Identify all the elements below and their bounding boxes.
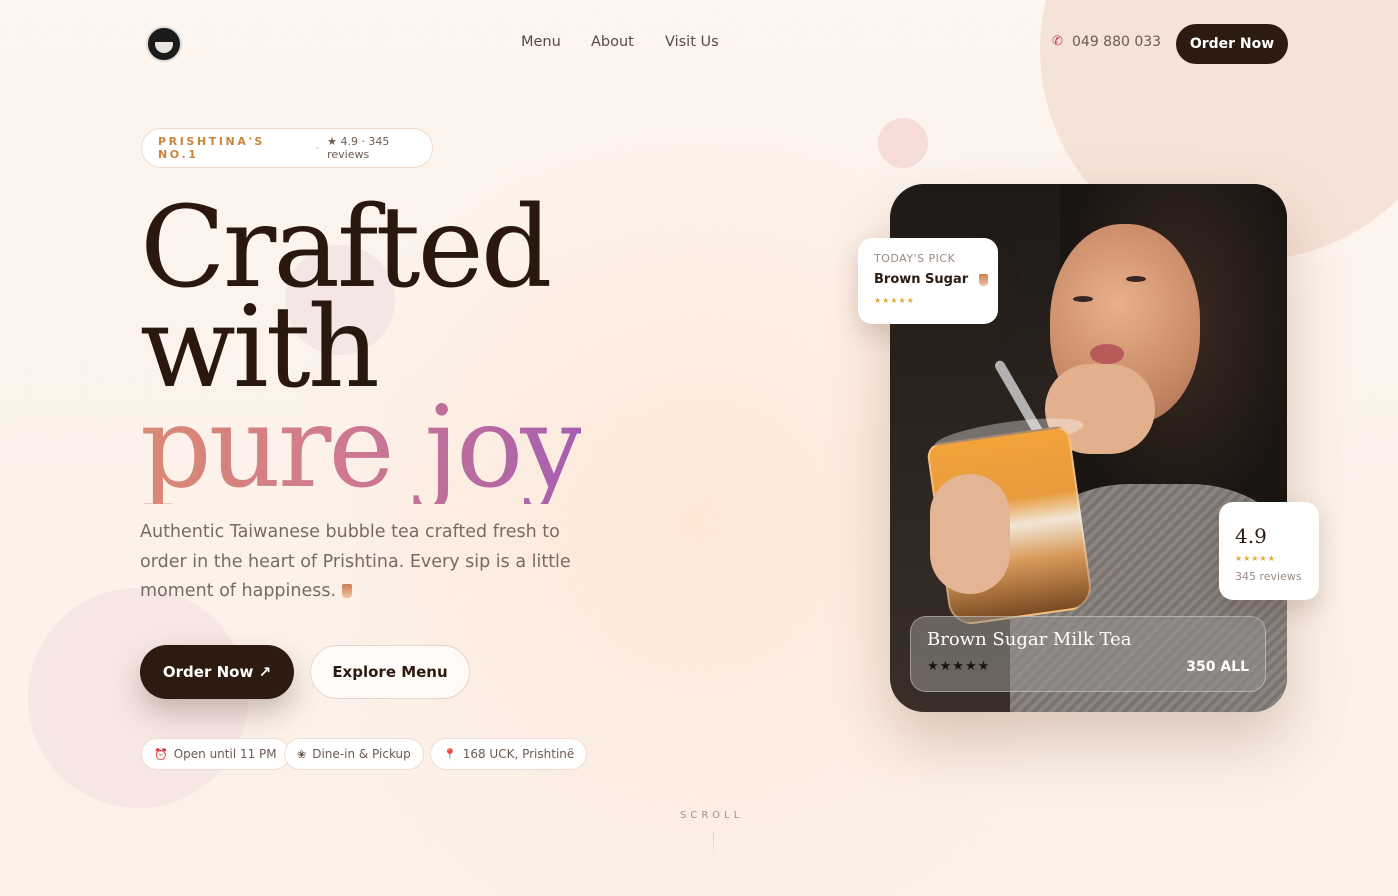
clock-icon: ⏰ xyxy=(154,747,168,761)
nav-item-menu[interactable]: Menu xyxy=(521,34,561,50)
rating-value: 4.9 xyxy=(1235,524,1267,548)
nav-item-visit-us[interactable]: Visit Us xyxy=(665,34,719,50)
todays-pick-card[interactable]: TODAY'S PICK Brown Sugar ★★★★★ xyxy=(858,238,998,324)
explore-menu-button[interactable]: Explore Menu xyxy=(310,645,470,699)
rating-reviews: 345 reviews xyxy=(1235,570,1302,583)
phone-link[interactable]: ✆ 049 880 033 xyxy=(1052,34,1161,50)
order-now-button[interactable]: Order Now ↗ xyxy=(140,645,294,699)
chip-location[interactable]: 📍 168 UCK, Prishtinë xyxy=(430,738,588,770)
nav-item-about[interactable]: About xyxy=(591,34,634,50)
todays-pick-title-text: Brown Sugar xyxy=(874,272,969,287)
scroll-indicator-label[interactable]: SCROLL xyxy=(680,810,743,821)
logo[interactable] xyxy=(146,26,182,62)
headline-line-3: pure joy xyxy=(140,383,584,513)
nav-item-label[interactable]: Menu xyxy=(521,34,561,50)
chip-label: 168 UCK, Prishtinë xyxy=(462,747,575,761)
chip-label: Dine-in & Pickup xyxy=(312,747,411,761)
nav-item-label[interactable]: About xyxy=(591,34,634,50)
header-order-button[interactable]: Order Now xyxy=(1176,24,1288,64)
phone-icon: ✆ xyxy=(1052,34,1063,49)
photo-hand xyxy=(930,474,1010,594)
caption-stars: ★★★★★ xyxy=(927,659,991,674)
todays-pick-title: Brown Sugar xyxy=(874,272,988,287)
decorative-circle-small xyxy=(878,118,928,168)
chip-hours: ⏰ Open until 11 PM xyxy=(141,738,290,770)
ranking-badge: PRISHTINA'S NO.1 · ★ 4.9 · 345 reviews xyxy=(141,128,433,168)
hero-description: Authentic Taiwanese bubble tea crafted f… xyxy=(140,518,595,607)
scroll-indicator-line xyxy=(713,832,714,860)
todays-pick-label: TODAY'S PICK xyxy=(874,252,956,265)
hero-description-text: Authentic Taiwanese bubble tea crafted f… xyxy=(140,522,571,601)
photo-eye xyxy=(1126,276,1146,282)
badge-rating: ★ 4.9 · 345 reviews xyxy=(327,135,390,161)
bubble-tea-icon xyxy=(342,584,353,598)
nav-item-label[interactable]: Visit Us xyxy=(665,34,719,50)
phone-number: 049 880 033 xyxy=(1072,34,1162,50)
chip-label: Open until 11 PM xyxy=(173,747,277,761)
badge-separator: · xyxy=(315,141,320,155)
location-pin-icon: 📍 xyxy=(443,747,457,761)
caption-title: Brown Sugar Milk Tea xyxy=(927,629,1132,650)
bubble-tea-icon xyxy=(978,273,988,286)
dine-icon: ❀ xyxy=(297,747,307,761)
caption-price: 350 ALL xyxy=(1186,659,1249,675)
product-caption: Brown Sugar Milk Tea ★★★★★ 350 ALL xyxy=(910,616,1266,692)
chip-service: ❀ Dine-in & Pickup xyxy=(284,738,424,770)
todays-pick-stars: ★★★★★ xyxy=(874,296,915,305)
logo-face-icon xyxy=(151,30,177,53)
badge-title: PRISHTINA'S NO.1 xyxy=(158,135,265,161)
photo-eye xyxy=(1073,296,1093,302)
photo-lips xyxy=(1090,344,1124,364)
rating-stars: ★★★★★ xyxy=(1235,554,1276,563)
rating-card: 4.9 ★★★★★ 345 reviews xyxy=(1219,502,1319,600)
